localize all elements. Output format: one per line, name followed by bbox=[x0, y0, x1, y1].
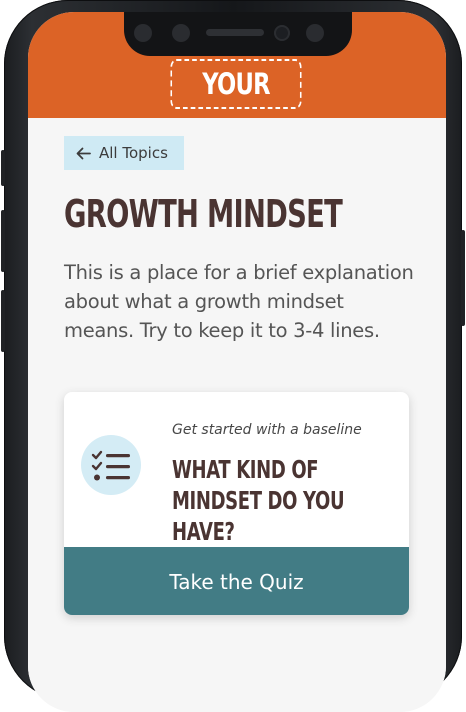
logo[interactable]: YOUR LOGO bbox=[170, 59, 302, 147]
take-quiz-button[interactable]: Take the Quiz bbox=[64, 547, 409, 615]
phone-power-button bbox=[461, 230, 465, 326]
phone-screen: YOUR LOGO All Topics GROWTH MINDSET This… bbox=[28, 12, 446, 712]
phone-side-button bbox=[1, 290, 5, 352]
topic-description: This is a place for a brief explanation … bbox=[64, 261, 414, 342]
quiz-question: WHAT KIND OF MINDSET DO YOU HAVE? bbox=[172, 455, 345, 546]
checklist-icon bbox=[81, 435, 141, 495]
speaker-grille bbox=[206, 29, 264, 36]
front-camera-icon bbox=[274, 25, 290, 41]
all-topics-label: All Topics bbox=[99, 144, 168, 162]
page-title: GROWTH MINDSET bbox=[64, 192, 343, 236]
main-content: All Topics GROWTH MINDSET This is a plac… bbox=[28, 118, 446, 712]
app-header: YOUR LOGO bbox=[28, 12, 446, 147]
phone-side-button bbox=[1, 210, 5, 272]
sensor-dot bbox=[172, 24, 190, 42]
all-topics-button[interactable]: All Topics bbox=[64, 136, 184, 170]
sensor-dot bbox=[134, 24, 152, 42]
phone-side-button bbox=[1, 150, 5, 186]
phone-frame: YOUR LOGO All Topics GROWTH MINDSET This… bbox=[1, 0, 465, 712]
sensor-dot bbox=[306, 24, 324, 42]
quiz-kicker: Get started with a baseline bbox=[172, 422, 362, 438]
arrow-left-icon bbox=[76, 147, 91, 159]
phone-notch bbox=[124, 12, 352, 56]
quiz-card: Get started with a baseline WHAT KIND OF… bbox=[64, 392, 409, 615]
